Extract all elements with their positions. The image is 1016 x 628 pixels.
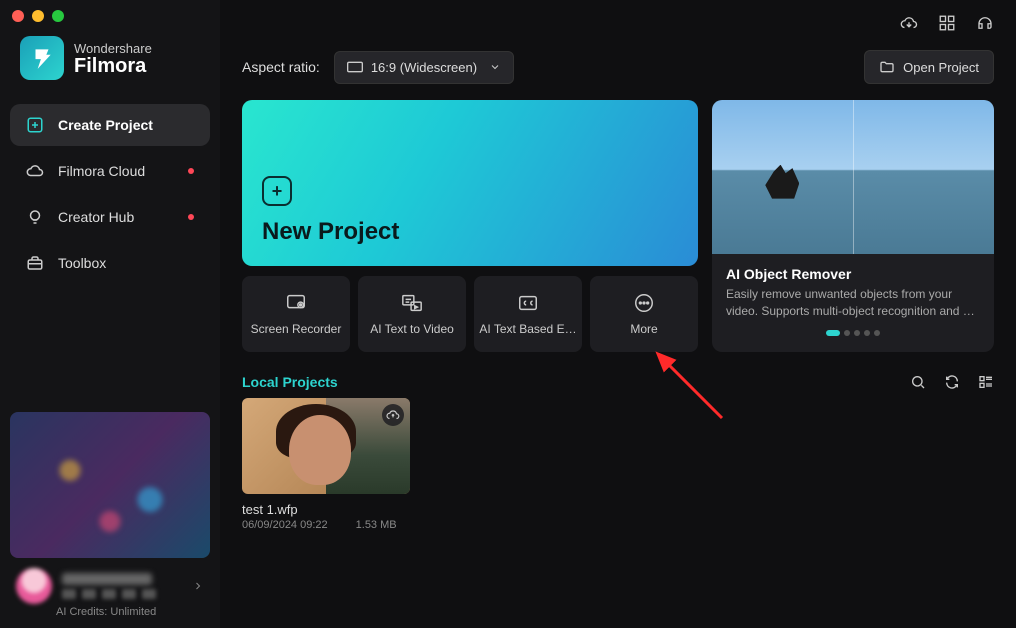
project-date: 06/09/2024 09:22	[242, 519, 328, 531]
widescreen-icon	[347, 61, 363, 73]
minimize-window-icon[interactable]	[32, 10, 44, 22]
pager-dot[interactable]	[844, 330, 850, 336]
new-project-button[interactable]: + New Project	[242, 100, 698, 266]
cloud-upload-icon[interactable]	[382, 404, 404, 426]
toolbox-icon	[26, 254, 44, 272]
topbar	[242, 14, 994, 50]
brand-line2: Filmora	[74, 56, 152, 76]
plus-icon: +	[262, 176, 292, 206]
pager-dot[interactable]	[826, 330, 840, 336]
maximize-window-icon[interactable]	[52, 10, 64, 22]
grid-icon[interactable]	[938, 14, 956, 32]
brand-text: Wondershare Filmora	[74, 41, 152, 76]
bulb-icon	[26, 208, 44, 226]
user-info	[62, 573, 182, 599]
ai-credits-label: AI Credits: Unlimited	[10, 606, 210, 618]
project-meta: 06/09/2024 09:22 1.53 MB	[242, 519, 410, 531]
headset-icon[interactable]	[976, 14, 994, 32]
folder-icon	[879, 59, 895, 75]
sidebar-item-create-project[interactable]: Create Project	[10, 104, 210, 146]
tool-grid: Screen Recorder AI Text to Video AI Text…	[242, 276, 698, 352]
sidebar-item-toolbox[interactable]: Toolbox	[10, 242, 210, 284]
local-projects-title: Local Projects	[242, 374, 338, 390]
sidebar-item-label: Create Project	[58, 117, 153, 133]
cloud-download-icon[interactable]	[900, 14, 918, 32]
window-traffic-lights[interactable]	[12, 10, 64, 22]
sidebar-item-label: Toolbox	[58, 255, 106, 271]
list-view-icon[interactable]	[978, 374, 994, 390]
notification-dot-icon	[188, 214, 194, 220]
user-name-blurred	[62, 573, 152, 585]
open-project-label: Open Project	[903, 60, 979, 75]
tool-ai-text-to-video[interactable]: AI Text to Video	[358, 276, 466, 352]
pager-dot[interactable]	[874, 330, 880, 336]
feature-description: Easily remove unwanted objects from your…	[726, 286, 980, 320]
brand: Wondershare Filmora	[0, 36, 220, 104]
tool-label: Screen Recorder	[251, 322, 342, 336]
pager-dot[interactable]	[864, 330, 870, 336]
sidebar-item-creator-hub[interactable]: Creator Hub	[10, 196, 210, 238]
user-badges	[62, 589, 182, 599]
user-row[interactable]	[10, 558, 210, 608]
avatar	[16, 568, 52, 604]
feature-card[interactable]: AI Object Remover Easily remove unwanted…	[712, 100, 994, 352]
project-size: 1.53 MB	[356, 519, 397, 531]
search-icon[interactable]	[910, 374, 926, 390]
sidebar-item-label: Filmora Cloud	[58, 163, 145, 179]
aspect-ratio-value: 16:9 (Widescreen)	[371, 60, 477, 75]
aspect-ratio-select[interactable]: 16:9 (Widescreen)	[334, 51, 514, 84]
local-projects-actions	[910, 374, 994, 390]
new-project-label: New Project	[262, 218, 678, 246]
tool-label: More	[630, 322, 657, 336]
tool-label: AI Text to Video	[370, 322, 454, 336]
filmora-logo-icon	[20, 36, 64, 80]
brand-line1: Wondershare	[74, 41, 152, 56]
open-project-button[interactable]: Open Project	[864, 50, 994, 84]
notification-dot-icon	[188, 168, 194, 174]
text-video-icon	[401, 292, 423, 314]
sidebar-nav: Create Project Filmora Cloud Creator Hub	[0, 104, 220, 284]
aspect-ratio-label: Aspect ratio:	[242, 59, 320, 75]
feature-pager[interactable]	[712, 330, 994, 346]
cloud-icon	[26, 162, 44, 180]
main: Aspect ratio: 16:9 (Widescreen) Open Pro…	[220, 0, 1016, 628]
refresh-icon[interactable]	[944, 374, 960, 390]
project-thumbnail	[242, 398, 410, 494]
screen-record-icon	[285, 292, 307, 314]
project-card[interactable]: test 1.wfp 06/09/2024 09:22 1.53 MB	[242, 398, 410, 531]
close-window-icon[interactable]	[12, 10, 24, 22]
sidebar: Wondershare Filmora Create Project Filmo…	[0, 0, 220, 628]
tool-label: AI Text Based E…	[479, 322, 576, 336]
project-name: test 1.wfp	[242, 502, 410, 517]
cc-icon	[517, 292, 539, 314]
promo-banner[interactable]	[10, 412, 210, 558]
chevron-right-icon	[192, 580, 204, 592]
pager-dot[interactable]	[854, 330, 860, 336]
chevron-down-icon	[489, 61, 501, 73]
sidebar-item-filmora-cloud[interactable]: Filmora Cloud	[10, 150, 210, 192]
feature-image	[712, 100, 994, 254]
tool-ai-text-based-editing[interactable]: AI Text Based E…	[474, 276, 582, 352]
tool-screen-recorder[interactable]: Screen Recorder	[242, 276, 350, 352]
plus-square-icon	[26, 116, 44, 134]
more-icon	[633, 292, 655, 314]
sidebar-item-label: Creator Hub	[58, 209, 134, 225]
tool-more[interactable]: More	[590, 276, 698, 352]
feature-title: AI Object Remover	[726, 266, 980, 282]
